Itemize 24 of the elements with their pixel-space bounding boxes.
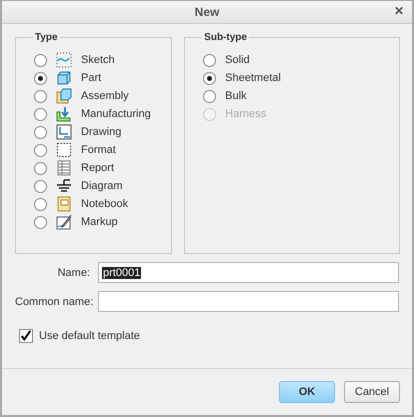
subtype-label: Solid [225, 54, 250, 66]
checkbox-label: Use default template [39, 330, 140, 342]
type-label: Diagram [81, 180, 123, 192]
type-label: Format [81, 144, 116, 156]
group-title: Sub-type [203, 32, 248, 43]
window-title: New [194, 5, 220, 19]
type-label: Part [81, 72, 102, 84]
type-label: Assembly [81, 90, 129, 102]
subtype-label: Bulk [225, 90, 247, 102]
dialog-button[interactable]: OK [279, 381, 335, 403]
dialog-button[interactable]: Cancel [344, 381, 400, 403]
close-button[interactable]: ✕ [392, 4, 406, 18]
group-title: Type [34, 32, 59, 43]
type-label: Report [81, 162, 114, 174]
type-label: Sketch [81, 54, 115, 66]
field-label: Name: [56, 266, 90, 278]
field-label: Common name: [15, 296, 90, 308]
type-label: Markup [81, 216, 118, 228]
type-label: Notebook [81, 198, 128, 210]
input-field[interactable]: prt0001 [98, 262, 399, 283]
subtype-label: Sheetmetal [225, 72, 281, 84]
type-label: Manufacturing [81, 108, 151, 120]
type-label: Drawing [81, 126, 122, 138]
subtype-label: Harness [225, 108, 266, 120]
